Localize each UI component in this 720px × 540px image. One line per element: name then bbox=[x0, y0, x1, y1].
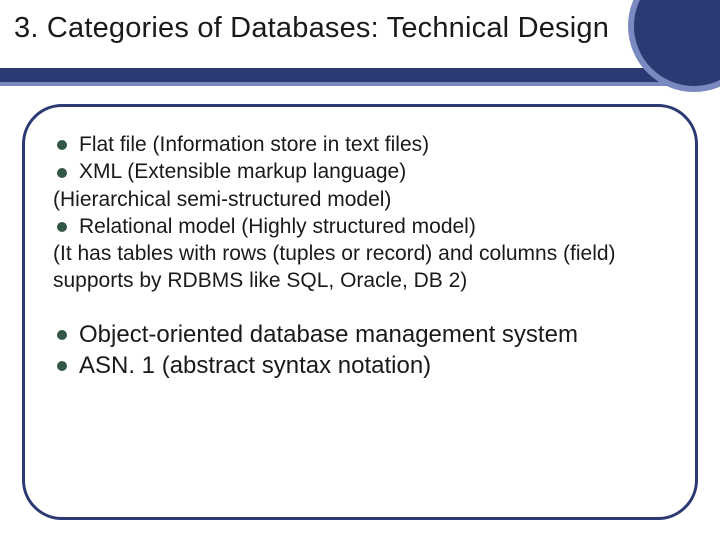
slide: 3. Categories of Databases: Technical De… bbox=[0, 0, 720, 540]
divider bbox=[0, 68, 720, 86]
body-content: Flat file (Information store in text fil… bbox=[53, 131, 667, 381]
list-item-label: XML (Extensible markup language) bbox=[79, 160, 406, 183]
bullet-icon bbox=[57, 140, 67, 150]
bullet-icon bbox=[57, 361, 67, 371]
slide-title: 3. Categories of Databases: Technical De… bbox=[14, 12, 720, 45]
list-item-label: ASN. 1 (abstract syntax notation) bbox=[79, 352, 431, 379]
text-block-2: Object-oriented database management syst… bbox=[53, 319, 667, 381]
body-line: (It has tables with rows (tuples or reco… bbox=[53, 240, 667, 295]
list-item: Flat file (Information store in text fil… bbox=[53, 131, 667, 158]
body-frame: Flat file (Information store in text fil… bbox=[22, 104, 698, 520]
text-block-1: Flat file (Information store in text fil… bbox=[53, 131, 667, 295]
bullet-icon bbox=[57, 168, 67, 178]
bullet-icon bbox=[57, 222, 67, 232]
list-item-label: Flat file (Information store in text fil… bbox=[79, 133, 429, 156]
list-item-label: Relational model (Highly structured mode… bbox=[79, 215, 476, 238]
bullet-icon bbox=[57, 330, 67, 340]
body-line: (Hierarchical semi-structured model) bbox=[53, 186, 667, 213]
list-item: XML (Extensible markup language) bbox=[53, 158, 667, 185]
list-item: Relational model (Highly structured mode… bbox=[53, 213, 667, 240]
list-item: Object-oriented database management syst… bbox=[53, 319, 667, 350]
list-item: ASN. 1 (abstract syntax notation) bbox=[53, 350, 667, 381]
list-item-label: Object-oriented database management syst… bbox=[79, 321, 578, 348]
